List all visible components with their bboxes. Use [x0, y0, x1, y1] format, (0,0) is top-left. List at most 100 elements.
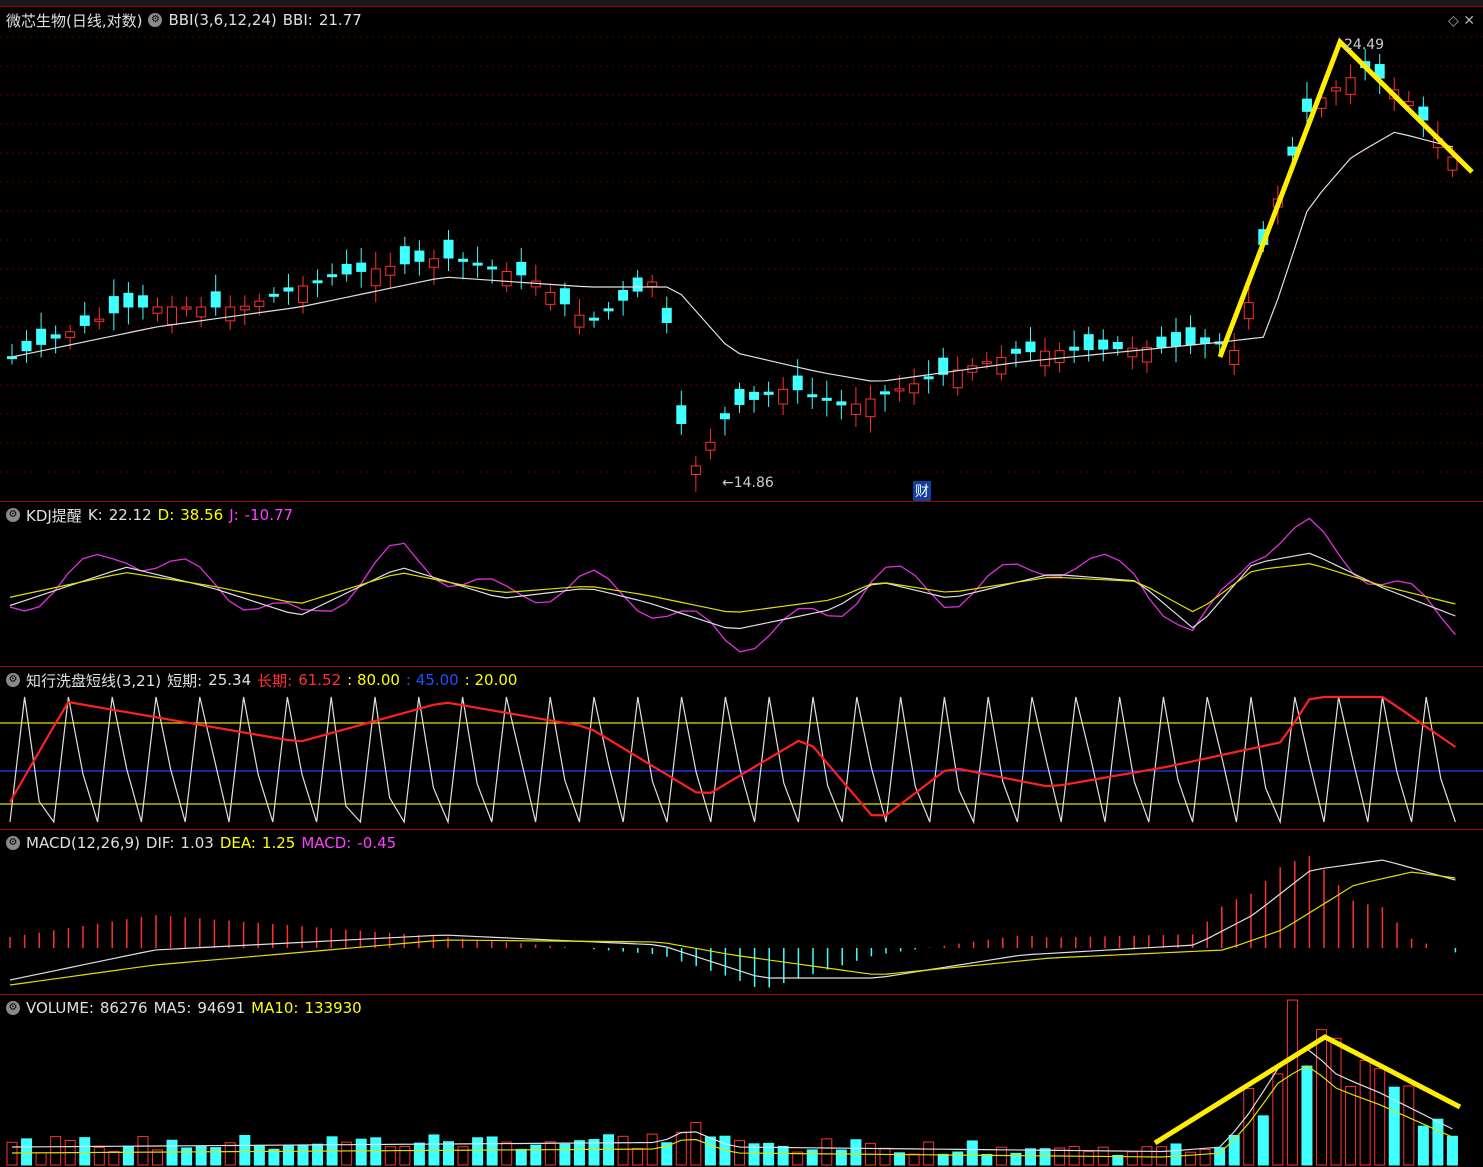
bbi-indicator-name: BBI(3,6,12,24): [168, 11, 277, 29]
volume-bar: [443, 1141, 454, 1166]
volume-bar: [821, 1138, 833, 1166]
candle-body: [1301, 98, 1312, 112]
volume-bar: [413, 1142, 425, 1166]
candle-body: [137, 295, 148, 308]
candle-body: [1127, 347, 1138, 358]
d-label: D:: [157, 506, 175, 524]
high-price-label: 24.49: [1344, 37, 1385, 53]
candle-body: [1185, 327, 1196, 346]
candle-body: [676, 405, 687, 424]
candle-body: [210, 291, 221, 308]
candle-body: [632, 277, 643, 292]
j-label: J:: [229, 506, 239, 524]
price-panel[interactable]: 微芯生物(日线,对数) ⚙ BBI(3,6,12,24) BBI: 21.77 …: [0, 6, 1483, 501]
volume-bar: [573, 1140, 585, 1166]
volume-bar: [1155, 1146, 1167, 1166]
candle-body: [225, 306, 236, 322]
k-line: [9, 552, 1456, 630]
financial-badge[interactable]: 财: [913, 481, 931, 501]
candle-body: [370, 268, 381, 287]
volume-bar: [1403, 1085, 1415, 1166]
volume-bar: [632, 1147, 644, 1166]
candle-body: [356, 262, 367, 272]
candle-body: [167, 306, 178, 325]
gear-icon[interactable]: ⚙: [148, 13, 163, 27]
gear-icon[interactable]: ⚙: [6, 673, 20, 687]
stock-chart-window: 微芯生物(日线,对数) ⚙ BBI(3,6,12,24) BBI: 21.77 …: [0, 0, 1483, 1166]
candle-body: [298, 285, 308, 303]
bbi-label: BBI:: [282, 11, 313, 29]
volume-bar: [1083, 1151, 1095, 1166]
k-label: K:: [87, 506, 103, 524]
candle-body: [792, 375, 803, 391]
candle-body: [268, 293, 279, 297]
volume-bar: [835, 1149, 847, 1166]
volume-bar: [617, 1135, 629, 1166]
candle-body: [661, 307, 672, 323]
candle-body: [749, 391, 760, 400]
candle-body: [981, 361, 992, 365]
volume-bar: [1446, 1135, 1458, 1166]
candle-body: [719, 413, 730, 420]
stock-title: 微芯生物(日线,对数): [6, 11, 143, 30]
candle-body: [414, 250, 425, 262]
candle-body: [385, 265, 396, 276]
kdj-panel[interactable]: ⚙ KDJ提醒 K: 22.12 D: 38.56 J: -10.77: [0, 501, 1483, 666]
candle-body: [196, 306, 207, 318]
volume-bar: [850, 1139, 862, 1166]
candle-body: [108, 296, 119, 314]
candle-body: [501, 270, 512, 287]
volume-bar: [21, 1138, 33, 1166]
volume-title: VOLUME:: [26, 999, 94, 1017]
volume-bar: [1286, 999, 1298, 1166]
candle-body: [996, 356, 1007, 375]
volume-bar: [1257, 1115, 1269, 1166]
macd-title: MACD(12,26,9): [26, 834, 140, 852]
volume-bar: [952, 1151, 964, 1166]
gear-icon[interactable]: ⚙: [6, 508, 20, 522]
j-line: [9, 517, 1456, 653]
volume-bar: [1141, 1146, 1153, 1166]
volume-bar: [239, 1134, 251, 1166]
candle-body: [283, 287, 294, 292]
volume-panel[interactable]: ⚙ VOLUME: 86276 MA5: 94691 MA10: 133930: [0, 994, 1483, 1167]
wash-chart: [0, 695, 1483, 825]
volume-bar: [1199, 1148, 1211, 1166]
candle-body: [50, 334, 61, 339]
volume-bar: [312, 1143, 324, 1166]
volume-bar: [675, 1131, 687, 1166]
candle-body: [1345, 77, 1356, 95]
macd-panel[interactable]: ⚙ MACD(12,26,9) DIF: 1.03 DEA: 1.25 MACD…: [0, 829, 1483, 994]
candle-body: [1200, 337, 1211, 344]
candle-body: [1098, 339, 1109, 350]
volume-bar: [1126, 1151, 1138, 1166]
macd-chart: [9, 856, 1457, 988]
level-20: : 20.00: [464, 671, 518, 689]
candle-body: [763, 391, 774, 395]
candle-body: [1171, 332, 1181, 347]
gear-icon[interactable]: ⚙: [6, 836, 20, 850]
gear-icon[interactable]: ⚙: [6, 1001, 20, 1015]
candle-body: [94, 318, 105, 322]
candle-body: [1156, 336, 1167, 348]
ma10-label: MA10:: [251, 999, 299, 1017]
ma5-value: 94691: [197, 999, 246, 1017]
volume-bar: [6, 1141, 18, 1166]
d-line: [9, 563, 1456, 613]
volume-bar: [1025, 1148, 1036, 1166]
volume-bar: [282, 1145, 294, 1166]
volume-bar: [1330, 1037, 1342, 1166]
dea-label: DEA:: [219, 834, 256, 852]
candle-body: [705, 441, 716, 451]
kdj-title: KDJ提醒: [26, 506, 82, 525]
volume-bar: [777, 1145, 789, 1166]
long-label: 长期:: [257, 671, 293, 690]
candle-body: [574, 314, 585, 328]
volume-bar: [486, 1136, 498, 1166]
volume-bar: [35, 1152, 47, 1166]
candle-body: [836, 401, 847, 406]
candle-body: [1025, 341, 1036, 353]
volume-bar: [1316, 1029, 1327, 1166]
macd-label: MACD:: [301, 834, 352, 852]
wash-panel[interactable]: ⚙ 知行洗盘短线(3,21) 短期: 25.34 长期: 61.52 : 80.…: [0, 666, 1483, 829]
